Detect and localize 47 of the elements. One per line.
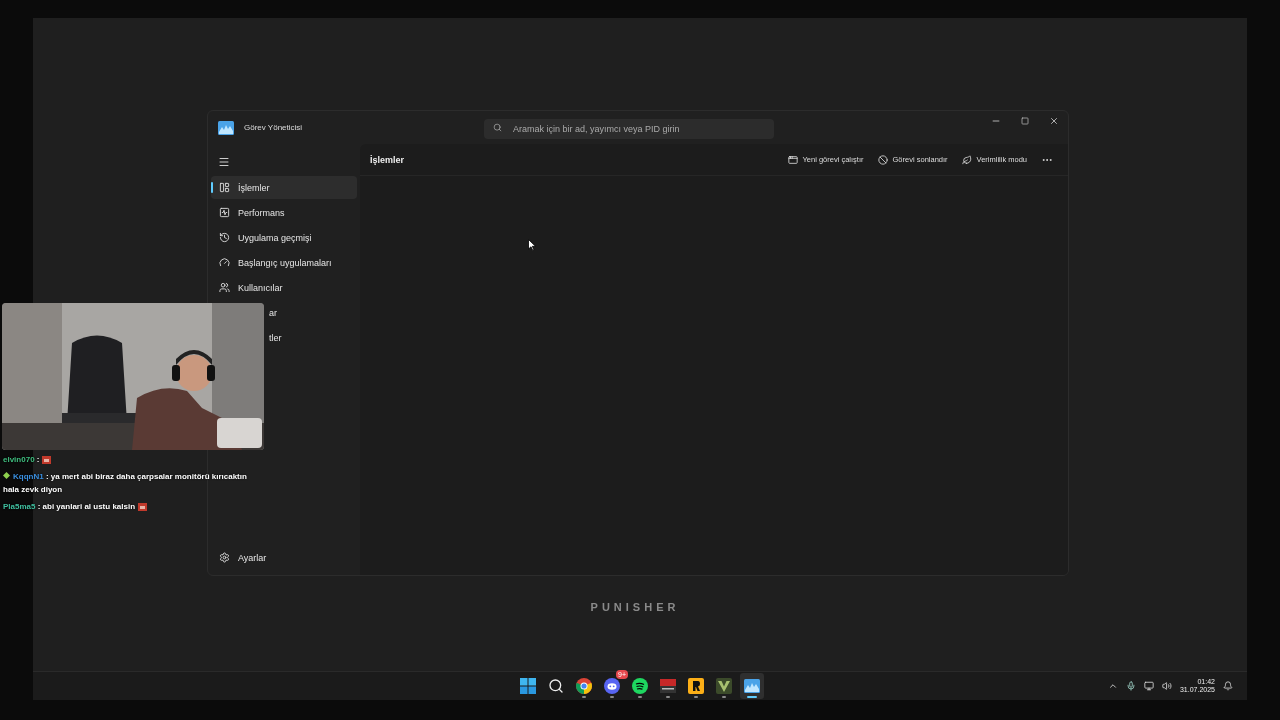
volume-icon[interactable] xyxy=(1161,681,1172,691)
task-manager-icon xyxy=(744,679,760,693)
chevron-up-icon[interactable] xyxy=(1107,681,1118,691)
nav-item[interactable]: ar xyxy=(269,307,277,318)
chat-message: KqqnN1 : ya mert abi biraz daha çarpsalar monitörü kırıcaktın hala zevk diyon xyxy=(3,471,248,496)
taskbar-app[interactable] xyxy=(740,673,764,699)
chat-message: Pla5ma5 : abi yanlari al ustu kalsin xyxy=(3,500,265,513)
microphone-icon[interactable] xyxy=(1125,681,1136,691)
game-icon xyxy=(716,678,732,694)
cursor-icon xyxy=(528,239,536,251)
search-field[interactable]: Aramak için bir ad, yayımcı veya PID girin xyxy=(484,118,774,139)
nav-item[interactable]: Performans xyxy=(211,201,357,224)
emote-icon xyxy=(138,502,148,511)
search-icon xyxy=(493,122,502,132)
nav-item[interactable]: Kullanıcılar xyxy=(211,276,357,299)
activity-icon xyxy=(219,207,230,218)
close-icon xyxy=(1048,116,1059,126)
wallpaper-text: PUNISHER xyxy=(590,601,680,613)
app-icon xyxy=(660,678,676,694)
nav-item[interactable]: tler xyxy=(269,332,282,343)
users-icon xyxy=(219,282,230,293)
emote-icon xyxy=(42,455,52,464)
history-icon xyxy=(219,232,230,243)
chat-app-icon xyxy=(604,678,620,694)
search-icon xyxy=(548,678,564,694)
nav-item[interactable]: Başlangıç uygulamaları xyxy=(211,251,357,274)
nav-item[interactable]: İşlemler xyxy=(211,176,357,199)
nav-item[interactable]: Uygulama geçmişi xyxy=(211,226,357,249)
diamond-icon xyxy=(3,472,10,479)
music-app-icon xyxy=(632,678,648,694)
nav-item[interactable]: Ayarlar xyxy=(211,546,357,569)
processes-icon xyxy=(219,182,230,193)
chat-message: elvin070 : xyxy=(3,453,265,466)
gauge-icon xyxy=(219,257,230,268)
window-title: Görev Yöneticisi xyxy=(244,123,304,132)
page-title: İşlemler xyxy=(370,154,405,165)
settings-icon xyxy=(219,552,230,563)
browser-icon xyxy=(576,678,592,694)
windows-start-icon xyxy=(520,678,536,694)
task-manager-icon xyxy=(218,120,234,135)
menu-icon xyxy=(218,156,230,168)
game-launcher-icon xyxy=(688,678,704,694)
leaf-icon xyxy=(961,154,972,165)
maximize-icon xyxy=(1020,117,1029,125)
window-icon xyxy=(787,154,798,165)
notification-icon[interactable] xyxy=(1223,681,1233,691)
ban-icon xyxy=(877,154,888,165)
